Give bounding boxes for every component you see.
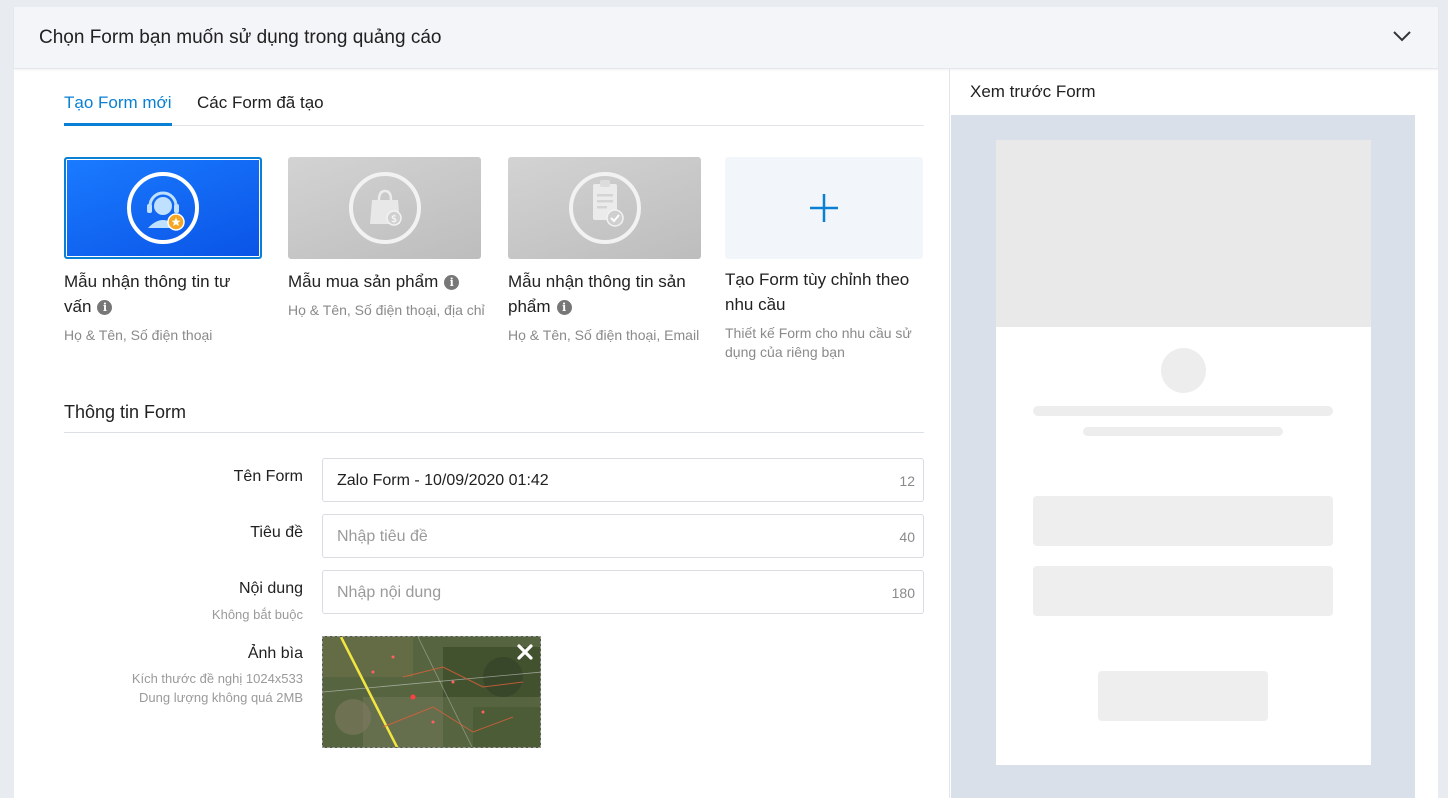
form-tabs: Tạo Form mới Các Form đã tạo <box>64 69 924 126</box>
tab-new-form[interactable]: Tạo Form mới <box>64 93 172 113</box>
section-divider <box>64 432 924 433</box>
panel-header[interactable]: Chọn Form bạn muốn sử dụng trong quảng c… <box>14 7 1438 69</box>
cover-label: Ảnh bìa <box>247 645 303 662</box>
preview-input-placeholder <box>1033 566 1333 616</box>
tab-created-forms[interactable]: Các Form đã tạo <box>197 93 324 113</box>
clipboard-check-icon <box>592 180 624 227</box>
template-title-custom: Tạo Form tùy chỉnh theo nhu cầu <box>725 270 910 314</box>
template-desc-purchase: Họ & Tên, Số điện thoại, địa chỉ <box>288 302 485 318</box>
template-thumb-purchase[interactable]: $ <box>288 157 481 259</box>
form-name-label: Tên Form <box>233 468 303 485</box>
form-preview-panel: Xem trước Form <box>949 69 1415 798</box>
preview-input-placeholder <box>1033 496 1333 546</box>
preview-avatar-placeholder <box>1161 348 1206 393</box>
char-count: 12 <box>899 473 915 489</box>
template-desc-consult: Họ & Tên, Số điện thoại <box>64 327 213 343</box>
preview-cover-placeholder <box>996 140 1371 327</box>
template-desc-custom: Thiết kế Form cho nhu cầu sử dụng của ri… <box>725 325 912 360</box>
info-icon[interactable]: i <box>97 300 113 315</box>
satellite-map-image <box>323 637 540 747</box>
cover-filesize-hint: Dung lượng không quá 2MB <box>139 690 303 705</box>
shopping-bag-icon: $ <box>369 189 402 226</box>
cover-image[interactable] <box>322 636 541 748</box>
info-icon[interactable]: i <box>556 300 572 315</box>
form-title-placeholder: Nhập tiêu đề <box>337 528 428 545</box>
form-title-label: Tiêu đề <box>250 524 303 541</box>
char-count: 40 <box>899 529 915 545</box>
form-content-label: Nội dung <box>238 580 303 597</box>
form-name-value: Zalo Form - 10/09/2020 01:42 <box>337 472 549 489</box>
template-thumb-consult[interactable] <box>64 157 262 259</box>
close-icon[interactable] <box>516 643 534 661</box>
template-thumb-product-info[interactable] <box>508 157 701 259</box>
form-content-optional: Không bắt buộc <box>211 607 303 622</box>
template-title-product-info: Mẫu nhận thông tin sản phẩm <box>508 272 686 316</box>
template-desc-product-info: Họ & Tên, Số điện thoại, Email <box>508 327 700 343</box>
preview-button-placeholder <box>1098 671 1268 721</box>
form-name-input[interactable]: Zalo Form - 10/09/2020 01:42 12 <box>322 458 924 502</box>
chevron-down-icon[interactable] <box>1392 29 1412 43</box>
template-card-custom[interactable]: Tạo Form tùy chỉnh theo nhu cầu Thiết kế… <box>725 157 923 362</box>
plus-icon <box>810 194 838 222</box>
info-icon[interactable]: i <box>444 275 460 290</box>
template-card-consult[interactable]: Mẫu nhận thông tin tư vấn i Họ & Tên, Số … <box>64 157 262 345</box>
panel-title: Chọn Form bạn muốn sử dụng trong quảng c… <box>39 27 442 48</box>
preview-title-placeholder <box>1033 406 1333 416</box>
form-content-input[interactable]: Nhập nội dung 180 <box>322 570 924 614</box>
template-thumb-custom[interactable] <box>725 157 923 259</box>
form-title-input[interactable]: Nhập tiêu đề 40 <box>322 514 924 558</box>
preview-subtitle-placeholder <box>1083 427 1283 436</box>
active-tab-indicator <box>64 123 172 126</box>
form-info-title: Thông tin Form <box>64 402 187 422</box>
svg-text:$: $ <box>390 214 396 225</box>
template-card-purchase[interactable]: $ Mẫu mua sản phẩm i Họ & Tên, Số điện th… <box>288 157 486 320</box>
preview-title: Xem trước Form <box>970 82 1096 101</box>
char-count: 180 <box>891 585 915 601</box>
form-content-placeholder: Nhập nội dung <box>337 584 442 601</box>
form-selector-panel: Chọn Form bạn muốn sử dụng trong quảng c… <box>14 7 1438 798</box>
support-agent-icon <box>147 191 185 231</box>
template-title-purchase: Mẫu mua sản phẩm <box>288 272 439 291</box>
cover-size-hint: Kích thước đề nghị 1024x533 <box>131 671 303 686</box>
preview-canvas <box>951 115 1415 798</box>
template-card-product-info[interactable]: Mẫu nhận thông tin sản phẩm i Họ & Tên, S… <box>508 157 706 345</box>
template-title-consult: Mẫu nhận thông tin tư vấn <box>64 272 231 316</box>
preview-form-mockup <box>996 140 1371 765</box>
